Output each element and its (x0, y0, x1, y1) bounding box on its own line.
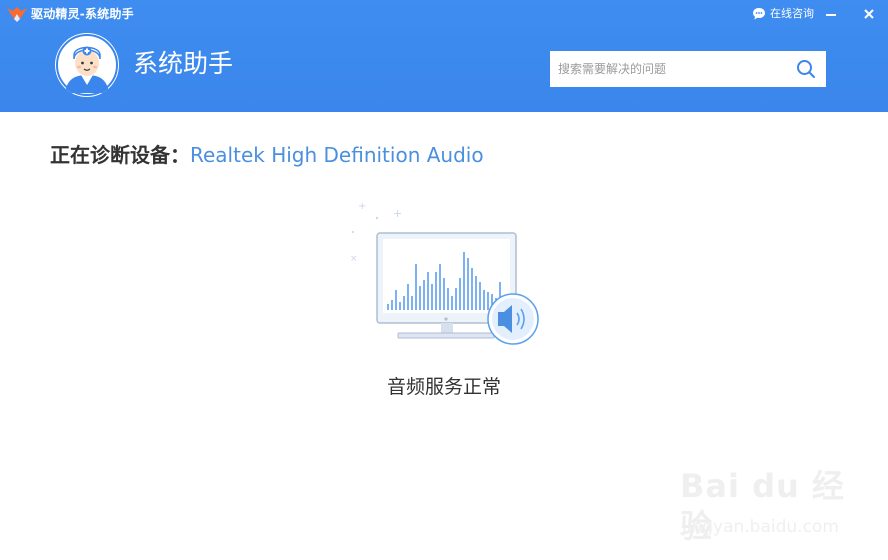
header-bar: 驱动精灵-系统助手 在线咨询 系统助手 搜索需要解决的问题 (0, 0, 888, 112)
speaker-icon (487, 293, 539, 345)
title-bar[interactable]: 驱动精灵-系统助手 在线咨询 (0, 0, 888, 28)
search-icon (797, 60, 815, 78)
audio-status-text: 音频服务正常 (386, 376, 501, 398)
online-consult-label: 在线咨询 (770, 7, 814, 20)
search-button[interactable] (794, 57, 818, 81)
svg-text:+: + (358, 201, 366, 212)
app-logo-icon (7, 7, 27, 22)
audio-monitor-illustration: + + × (350, 201, 539, 345)
online-consult-button[interactable]: 在线咨询 (752, 6, 814, 22)
doctor-avatar-icon (56, 34, 118, 96)
svg-text:×: × (350, 254, 358, 264)
svg-text:+: + (393, 207, 402, 220)
page-title: 系统助手 (133, 49, 234, 78)
minimize-button[interactable] (818, 2, 844, 26)
close-button[interactable] (856, 2, 882, 26)
diagnosis-label: 正在诊断设备： (50, 143, 190, 167)
search-box[interactable] (550, 51, 826, 87)
close-icon (864, 9, 874, 19)
doctor-avatar (55, 33, 119, 97)
diagnosis-line: 正在诊断设备：Realtek High Definition Audio (50, 142, 484, 168)
chat-bubble-icon (753, 8, 765, 20)
baidu-jingyan-watermark: Bai du 经验 jingyan.baidu.com (676, 466, 846, 546)
search-input[interactable] (550, 51, 790, 87)
app-title: 驱动精灵-系统助手 (31, 7, 134, 21)
minimize-icon (826, 14, 836, 16)
watermark-url: jingyan.baidu.com (682, 517, 839, 537)
diagnosis-device-name: Realtek High Definition Audio (190, 143, 484, 167)
